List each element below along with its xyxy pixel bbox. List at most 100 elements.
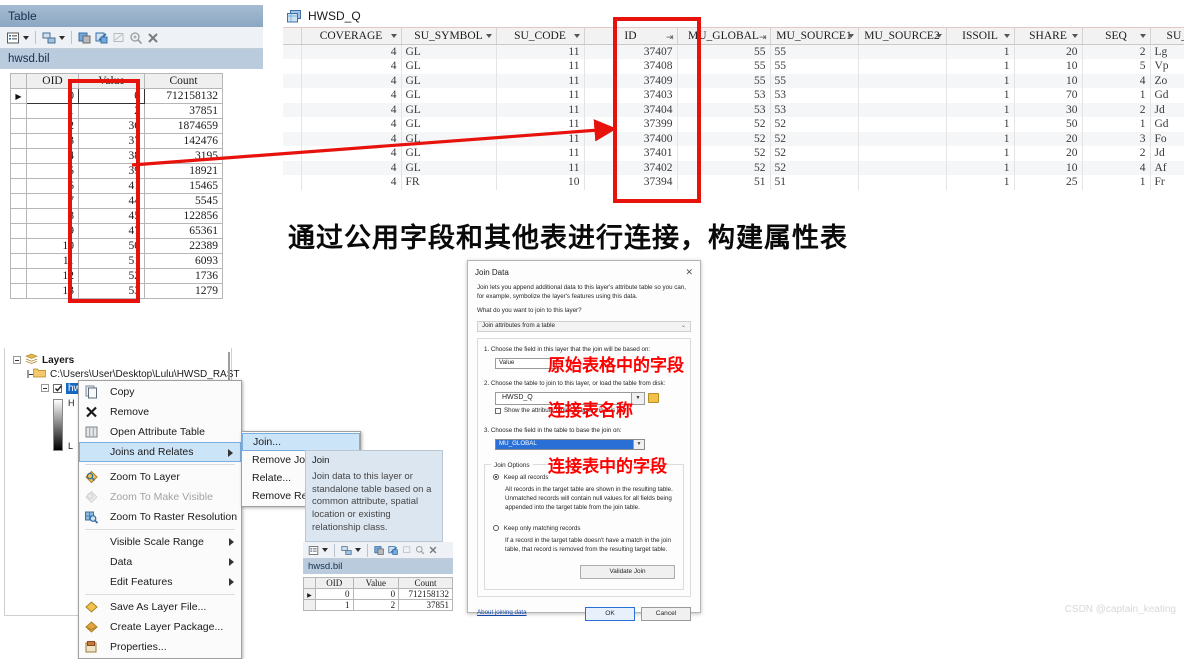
related-tables-icon[interactable] [42,31,56,45]
toc-root-layers[interactable]: Layers [13,353,231,367]
table-options-caret-icon[interactable] [23,35,29,40]
mini-row-selector[interactable] [303,599,316,611]
hwsdq-col-mu-source1[interactable]: MU_SOURCE1 [770,27,859,45]
table-options-caret-icon[interactable] [322,548,328,552]
row-selector[interactable] [10,178,27,194]
layer-visibility-checkbox[interactable] [53,383,62,393]
zoom-selection-icon[interactable] [402,545,412,555]
hwsdq-table-row[interactable]: 4 GL 11 37407 55 55 1 20 2 Lg [283,44,1184,59]
row-selector[interactable] [10,118,27,134]
menu-item-visible-scale-range[interactable]: Visible Scale Range [79,532,241,552]
expand-collapse-icon[interactable] [27,370,33,378]
hwsdq-col-seq[interactable]: SEQ [1082,27,1151,45]
layer-context-menu[interactable]: Copy Remove Open Attribute Table Joins and … [78,380,242,659]
zoom-selection-icon[interactable] [112,31,126,45]
toc-folder-row[interactable]: C:\Users\User\Desktop\Lulu\HWSD_RAST [27,367,240,381]
row-selector[interactable] [10,163,27,179]
hwsdq-col-su-sym74[interactable]: SU_SYM74 [1150,27,1184,45]
hwsdq-col-su-code[interactable]: SU_CODE [496,27,585,45]
menu-item-properties[interactable]: Properties... [79,637,241,657]
radio-icon[interactable] [493,524,499,531]
table-panel-toolbar[interactable] [0,27,263,49]
hwsdq-col-coverage[interactable]: COVERAGE [301,27,402,45]
hwsdq-row-selector[interactable] [283,88,302,103]
chevron-down-icon[interactable] [1071,34,1078,38]
mini-table-tab[interactable]: hwsd.bil [303,559,453,574]
chevron-down-icon[interactable] [935,34,942,38]
chevron-down-icon[interactable]: ▼ [633,439,644,449]
table-options-icon[interactable] [308,545,319,556]
menu-item-joins-and-relates[interactable]: Joins and Relates [79,442,241,462]
chevron-down-icon[interactable] [1139,34,1146,38]
row-selector[interactable]: ▶ [10,88,27,104]
expand-collapse-icon[interactable] [41,384,49,392]
menu-item-zoom-to-raster-resolution[interactable]: Zoom To Raster Resolution [79,507,241,527]
step3-field-combo[interactable]: MU_GLOBAL ▼ [495,438,645,450]
clear-selection-icon[interactable] [129,31,143,45]
hwsdq-col-share[interactable]: SHARE [1014,27,1083,45]
mini-col-count[interactable]: Count [398,577,453,589]
radio-icon[interactable] [493,473,499,480]
related-tables-caret-icon[interactable] [355,548,361,552]
row-selector[interactable] [10,208,27,224]
hwsdq-table-row[interactable]: 4 GL 11 37409 55 55 1 10 4 Zo [283,73,1184,88]
hwsdq-row-selector[interactable] [283,73,302,88]
table-options-icon[interactable] [6,31,20,45]
row-selector[interactable] [10,253,27,269]
menu-item-open-attribute-table[interactable]: Open Attribute Table [79,422,241,442]
row-selector[interactable] [10,283,27,299]
row-selector[interactable] [10,268,27,284]
select-icon[interactable] [374,545,385,556]
hwsdq-table-row[interactable]: 4 GL 11 37403 53 53 1 70 1 Gd [283,88,1184,103]
menu-item-remove[interactable]: Remove [79,402,241,422]
related-tables-icon[interactable] [341,545,352,556]
validate-join-button[interactable]: Validate Join [580,564,675,579]
option-keep-only-matching[interactable]: Keep only matching records [493,524,675,534]
related-tables-caret-icon[interactable] [59,35,65,40]
menu-item-create-layer-package[interactable]: Create Layer Package... [79,617,241,637]
chevron-down-icon[interactable] [573,34,580,38]
select-icon[interactable] [78,31,92,45]
menu-item-data[interactable]: Data [79,552,241,572]
mini-table-toolbar[interactable] [303,542,453,559]
hwsdq-col-issoil[interactable]: ISSOIL [946,27,1015,45]
clear-selection-icon[interactable] [415,545,425,555]
row-selector[interactable] [10,103,27,119]
chevron-down-icon[interactable] [390,34,397,38]
table-tab-hwsd[interactable]: hwsd.bil [0,49,263,69]
switch-selection-icon[interactable] [95,31,109,45]
expand-collapse-icon[interactable] [13,356,21,364]
mini-col-value[interactable]: Value [352,577,400,589]
delete-icon[interactable] [146,31,160,45]
join-type-select[interactable]: Join attributes from a table ⌄ [477,321,691,332]
hwsdq-row-selector[interactable] [283,44,302,59]
mini-table-row[interactable]: ▶ 0 0 712158132 [303,588,453,600]
close-icon[interactable]: ✕ [685,266,693,279]
switch-selection-icon[interactable] [388,545,399,556]
delete-icon[interactable] [428,545,438,555]
menu-item-save-as-layer-file[interactable]: Save As Layer File... [79,597,241,617]
row-selector[interactable] [10,238,27,254]
mini-col-oid[interactable]: OID [314,577,354,589]
hwsdq-table-row[interactable]: 4 GL 11 37408 55 55 1 10 5 Vp [283,59,1184,74]
hwsdq-row-selector[interactable] [283,59,302,74]
row-selector[interactable] [10,223,27,239]
sort-ascending-icon[interactable]: ⇥ [759,32,767,43]
column-header-count[interactable]: Count [144,73,223,89]
menu-item-zoom-to-layer[interactable]: Zoom To Layer [79,467,241,487]
hwsdq-col-su-symbol[interactable]: SU_SYMBOL [401,27,497,45]
row-selector[interactable] [10,133,27,149]
row-selector[interactable] [10,193,27,209]
mini-row-selector[interactable]: ▶ [303,588,316,600]
chevron-down-icon[interactable] [847,34,854,38]
submenu-item-join[interactable]: Join... [242,433,360,451]
checkbox-icon[interactable] [495,408,501,415]
chevron-down-icon[interactable]: ⌄ [681,322,686,331]
mini-table-row[interactable]: 1 2 37851 [303,599,453,611]
row-selector[interactable] [10,148,27,164]
menu-item-edit-features[interactable]: Edit Features [79,572,241,592]
hwsdq-col-mu-source2[interactable]: MU_SOURCE2 [858,27,947,45]
chevron-down-icon[interactable] [485,34,492,38]
chevron-down-icon[interactable] [1003,34,1010,38]
browse-folder-icon[interactable] [648,393,659,404]
